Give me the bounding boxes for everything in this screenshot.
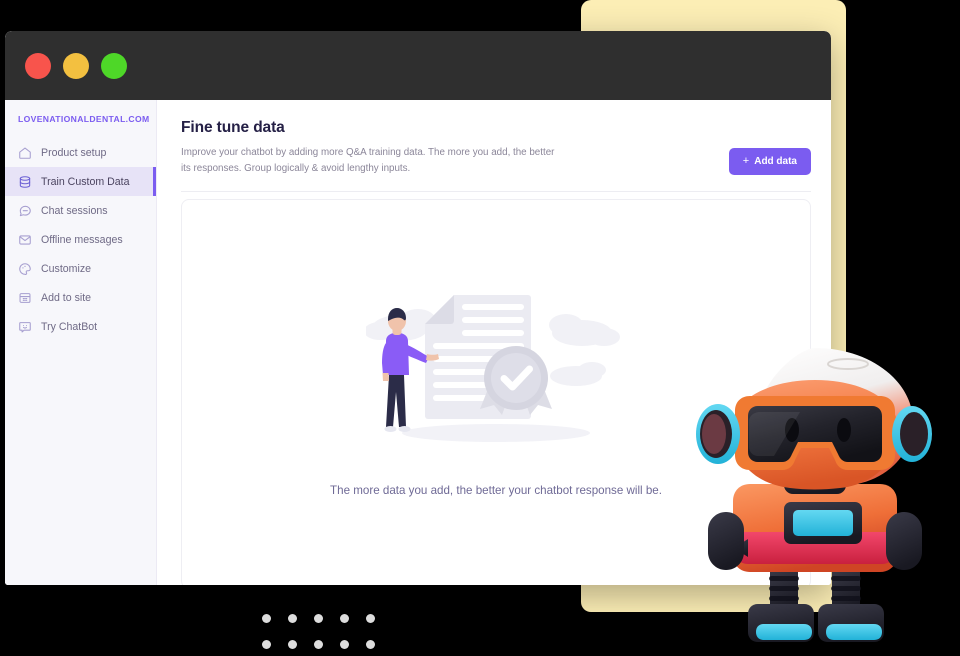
add-data-button-label: Add data (754, 156, 797, 167)
page-header-row: Improve your chatbot by adding more Q&A … (181, 145, 811, 177)
minimize-button[interactable] (63, 52, 89, 79)
window-titlebar (5, 31, 831, 100)
sidebar-item-try-chatbot[interactable]: Try ChatBot (5, 312, 156, 341)
dot (314, 614, 323, 623)
plus-icon: + (742, 155, 750, 167)
home-icon (18, 146, 32, 160)
sidebar-item-label: Add to site (41, 291, 92, 304)
traffic-lights (25, 52, 127, 79)
sidebar-item-product-setup[interactable]: Product setup (5, 138, 156, 167)
dot-grid-decoration (262, 614, 375, 649)
dot (340, 614, 349, 623)
screenshot-stage: LOVENATIONALDENTAL.COM Product setup Tra… (0, 0, 960, 656)
dot (314, 640, 323, 649)
sidebar-item-label: Product setup (41, 146, 107, 159)
empty-state-message: The more data you add, the better your c… (330, 484, 662, 498)
sidebar-item-customize[interactable]: Customize (5, 254, 156, 283)
sidebar-item-label: Offline messages (41, 233, 123, 246)
add-data-button[interactable]: + Add data (728, 148, 811, 175)
dot (366, 640, 375, 649)
dot (340, 640, 349, 649)
page-title: Fine tune data (181, 119, 285, 136)
sidebar-item-chat-sessions[interactable]: Chat sessions (5, 196, 156, 225)
sidebar-item-label: Try ChatBot (41, 320, 98, 333)
maximize-button[interactable] (101, 52, 127, 79)
envelope-icon (18, 233, 32, 247)
dot (262, 614, 271, 623)
sidebar-item-label: Chat sessions (41, 204, 108, 217)
close-button[interactable] (25, 52, 51, 79)
dot (288, 640, 297, 649)
sidebar-item-train-custom-data[interactable]: Train Custom Data (5, 167, 156, 196)
header-divider (181, 190, 811, 192)
chat-icon (18, 204, 32, 218)
brand-label: LOVENATIONALDENTAL.COM (18, 114, 150, 124)
dot (366, 614, 375, 623)
person-document-award-illustration (366, 295, 620, 443)
sidebar-item-label: Train Custom Data (41, 175, 130, 188)
sidebar-item-add-to-site[interactable]: Add to site (5, 283, 156, 312)
page-subtitle: Improve your chatbot by adding more Q&A … (181, 147, 555, 174)
smiley-icon (18, 320, 32, 334)
robot-mascot (672, 336, 960, 656)
dot (262, 640, 271, 649)
sidebar: LOVENATIONALDENTAL.COM Product setup Tra… (5, 100, 157, 585)
sidebar-item-label: Customize (41, 262, 92, 275)
palette-icon (18, 262, 32, 276)
database-icon (18, 175, 32, 189)
grid-icon (18, 291, 32, 305)
dot (288, 614, 297, 623)
sidebar-item-offline-messages[interactable]: Offline messages (5, 225, 156, 254)
